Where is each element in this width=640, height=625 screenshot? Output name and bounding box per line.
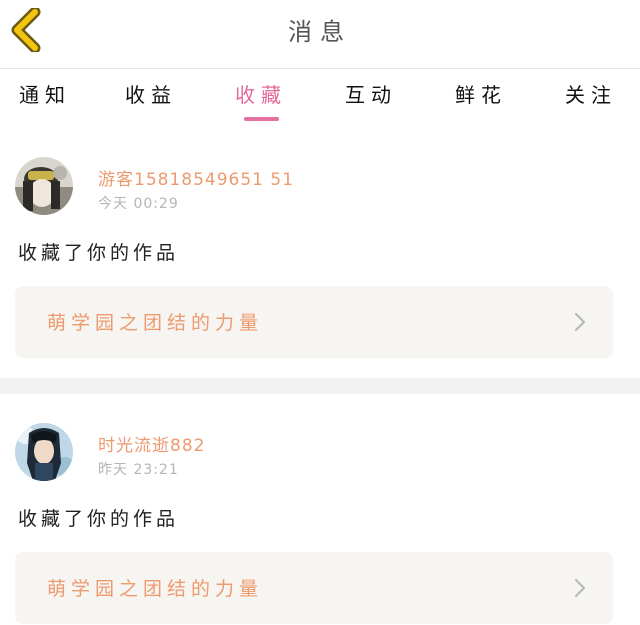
timestamp: 昨天 23:21: [98, 462, 179, 478]
tab-earnings[interactable]: 收益: [106, 79, 196, 108]
section-divider: [0, 378, 640, 394]
work-card[interactable]: 萌学园之团结的力量: [15, 552, 613, 624]
tab-favorites[interactable]: 收藏: [216, 79, 306, 108]
user-avatar-image: [15, 423, 73, 481]
chevron-right-icon: [574, 312, 586, 332]
chevron-right-icon: [574, 578, 586, 598]
tab-interactions[interactable]: 互动: [326, 79, 416, 108]
action-text: 收藏了你的作品: [18, 508, 180, 530]
username[interactable]: 时光流逝882: [98, 431, 205, 456]
tab-bar: 通知 收益 收藏 互动 鲜花 关注: [0, 69, 640, 121]
action-text: 收藏了你的作品: [18, 242, 180, 264]
work-card[interactable]: 萌学园之团结的力量: [15, 286, 613, 358]
timestamp: 今天 00:29: [98, 196, 179, 212]
tab-following[interactable]: 关注: [546, 79, 636, 108]
active-tab-indicator: [244, 117, 279, 121]
work-title: 萌学园之团结的力量: [47, 312, 264, 334]
page-title: 消息: [288, 18, 352, 46]
user-avatar-image: [15, 157, 73, 215]
avatar[interactable]: [15, 157, 73, 215]
avatar[interactable]: [15, 423, 73, 481]
username[interactable]: 游客15818549651 51: [98, 165, 294, 190]
tab-flowers[interactable]: 鲜花: [436, 79, 526, 108]
tab-notifications[interactable]: 通知: [0, 79, 90, 108]
header-bar: 消息: [0, 0, 640, 69]
work-title: 萌学园之团结的力量: [47, 578, 264, 600]
